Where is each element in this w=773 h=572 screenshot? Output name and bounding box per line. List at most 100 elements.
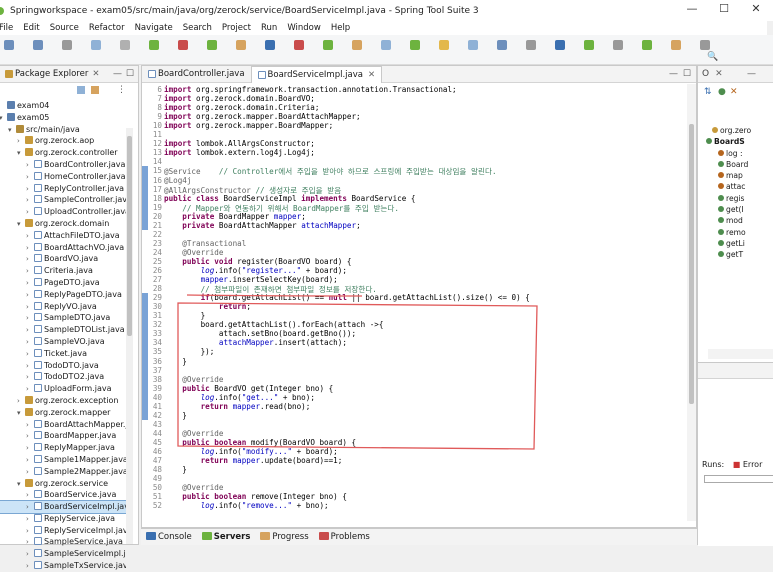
expand-arrow-icon[interactable]: ▾	[0, 113, 7, 124]
outline-item[interactable]: remo	[702, 227, 773, 238]
minimize-view-icon[interactable]: —	[113, 69, 122, 79]
expand-arrow-icon[interactable]: ›	[26, 160, 34, 171]
tree-item[interactable]: › Sample1Mapper.java	[0, 454, 126, 466]
tree-item[interactable]: › SampleTxService.java	[0, 560, 126, 572]
tree-item[interactable]: ▾ org.zerock.controller	[0, 147, 126, 159]
expand-arrow-icon[interactable]: ›	[26, 195, 34, 206]
tree-item[interactable]: › ReplyPageDTO.java	[0, 289, 126, 301]
explorer-scrollbar[interactable]	[126, 128, 133, 544]
expand-arrow-icon[interactable]: ›	[26, 561, 34, 572]
toolbar-icon[interactable]	[642, 40, 652, 50]
tree-item[interactable]: ▾ org.zerock.service	[0, 478, 126, 490]
tree-item[interactable]: › SampleDTO.java	[0, 312, 126, 324]
expand-arrow-icon[interactable]: ›	[26, 431, 34, 442]
tree-item[interactable]: › TodoDTO2.java	[0, 371, 126, 383]
tree-item[interactable]: › SampleServiceImpl.java	[0, 548, 126, 560]
toolbar-icon[interactable]	[294, 40, 304, 50]
tree-item[interactable]: › BoardServiceImpl.java	[0, 500, 127, 514]
explorer-scroll-thumb[interactable]	[127, 136, 132, 336]
outline-item[interactable]: map	[702, 170, 773, 181]
toolbar-icon[interactable]	[439, 40, 449, 50]
expand-arrow-icon[interactable]: ›	[26, 467, 34, 478]
expand-arrow-icon[interactable]: ›	[26, 420, 34, 431]
menu-file[interactable]: File	[0, 23, 18, 33]
tree-item[interactable]: › ReplyController.java	[0, 183, 126, 195]
expand-arrow-icon[interactable]: ▾	[17, 408, 25, 419]
tree-item[interactable]: › SampleService.java	[0, 536, 126, 548]
tree-item[interactable]: ▾ src/main/java	[0, 124, 126, 136]
tree-item[interactable]: › UploadForm.java	[0, 383, 126, 395]
tree-item[interactable]: › Ticket.java	[0, 348, 126, 360]
toolbar-icon[interactable]	[700, 40, 710, 50]
outline-item[interactable]: log :	[702, 148, 773, 159]
tree-item[interactable]: › HomeController.java	[0, 171, 126, 183]
outline-item[interactable]: BoardS	[702, 136, 773, 147]
minimize-button[interactable]: —	[678, 2, 706, 18]
toolbar-icon[interactable]	[62, 40, 72, 50]
tree-item[interactable]: › ReplyService.java	[0, 513, 126, 525]
toolbar-icon[interactable]	[33, 40, 43, 50]
toolbar-icon[interactable]	[207, 40, 217, 50]
tree-item[interactable]: › ReplyVO.java	[0, 301, 126, 313]
menu-help[interactable]: Help	[326, 23, 355, 33]
tree-item[interactable]: ▾ exam05	[0, 112, 126, 124]
tree-item[interactable]: › Sample2Mapper.java	[0, 466, 126, 478]
expand-arrow-icon[interactable]: ›	[26, 278, 34, 289]
tree-item[interactable]: › org.zerock.aop	[0, 135, 126, 147]
view-menu-icon[interactable]: ⋮	[117, 85, 126, 95]
tree-item[interactable]: › org.zerock.exception	[0, 395, 126, 407]
toolbar-icon[interactable]	[323, 40, 333, 50]
tree-item[interactable]: › BoardService.java	[0, 489, 126, 501]
toolbar-icon[interactable]	[671, 40, 681, 50]
tree-item[interactable]: › ReplyMapper.java	[0, 442, 126, 454]
expand-arrow-icon[interactable]: ›	[26, 443, 34, 454]
toolbar-icon[interactable]	[526, 40, 536, 50]
expand-arrow-icon[interactable]: ›	[17, 136, 25, 147]
toolbar-icon[interactable]	[381, 40, 391, 50]
expand-arrow-icon[interactable]: ›	[26, 372, 34, 383]
outline-hscroll[interactable]	[708, 349, 773, 359]
tree-item[interactable]: › ReplyServiceImpl.java	[0, 525, 126, 537]
maximize-view-icon[interactable]: ☐	[126, 69, 134, 79]
tree-item[interactable]: › BoardVO.java	[0, 253, 126, 265]
expand-arrow-icon[interactable]: ›	[26, 337, 34, 348]
sort-icon[interactable]: ⇅	[704, 87, 712, 97]
toolbar-icon[interactable]	[178, 40, 188, 50]
tree-item[interactable]: › PageDTO.java	[0, 277, 126, 289]
tab-console[interactable]: Console	[141, 532, 197, 542]
tree-item[interactable]: › BoardAttachVO.java	[0, 242, 126, 254]
outline-item[interactable]: regis	[702, 193, 773, 204]
expand-arrow-icon[interactable]: ›	[26, 502, 34, 513]
expand-arrow-icon[interactable]: ▾	[17, 148, 25, 159]
tree-item[interactable]: › AttachFileDTO.java	[0, 230, 126, 242]
toolbar-icon[interactable]	[265, 40, 275, 50]
outline-item[interactable]: attac	[702, 181, 773, 192]
tab-package-explorer[interactable]: Package Explorer ✕	[0, 66, 105, 83]
tree-item[interactable]: › UploadController.java	[0, 206, 126, 218]
expand-arrow-icon[interactable]: ▾	[8, 125, 16, 136]
toolbar-icon[interactable]	[120, 40, 130, 50]
tree-item[interactable]: › BoardAttachMapper.jav	[0, 419, 126, 431]
menu-run[interactable]: Run	[256, 23, 282, 33]
toolbar-icon[interactable]	[352, 40, 362, 50]
maximize-button[interactable]: ☐	[710, 2, 738, 18]
outline-item[interactable]: mod	[702, 215, 773, 226]
outline-item[interactable]: get(I	[702, 204, 773, 215]
expand-arrow-icon[interactable]: ›	[26, 455, 34, 466]
toolbar-icon[interactable]	[584, 40, 594, 50]
tree-item[interactable]: ▾ org.zerock.domain	[0, 218, 126, 230]
expand-arrow-icon[interactable]: ›	[26, 349, 34, 360]
expand-arrow-icon[interactable]: ›	[26, 254, 34, 265]
expand-arrow-icon[interactable]: ›	[26, 243, 34, 254]
menu-project[interactable]: Project	[217, 23, 256, 33]
tab-problems[interactable]: Problems	[314, 532, 375, 542]
expand-arrow-icon[interactable]: ›	[26, 490, 34, 501]
expand-arrow-icon[interactable]: ›	[26, 231, 34, 242]
toolbar-icon[interactable]	[149, 40, 159, 50]
menu-window[interactable]: Window	[282, 23, 326, 33]
expand-arrow-icon[interactable]: ›	[26, 325, 34, 336]
expand-arrow-icon[interactable]: ›	[26, 384, 34, 395]
outline-item[interactable]: org.zero	[702, 125, 773, 136]
tree-item[interactable]: › BoardMapper.java	[0, 430, 126, 442]
tab-progress[interactable]: Progress	[255, 532, 313, 542]
